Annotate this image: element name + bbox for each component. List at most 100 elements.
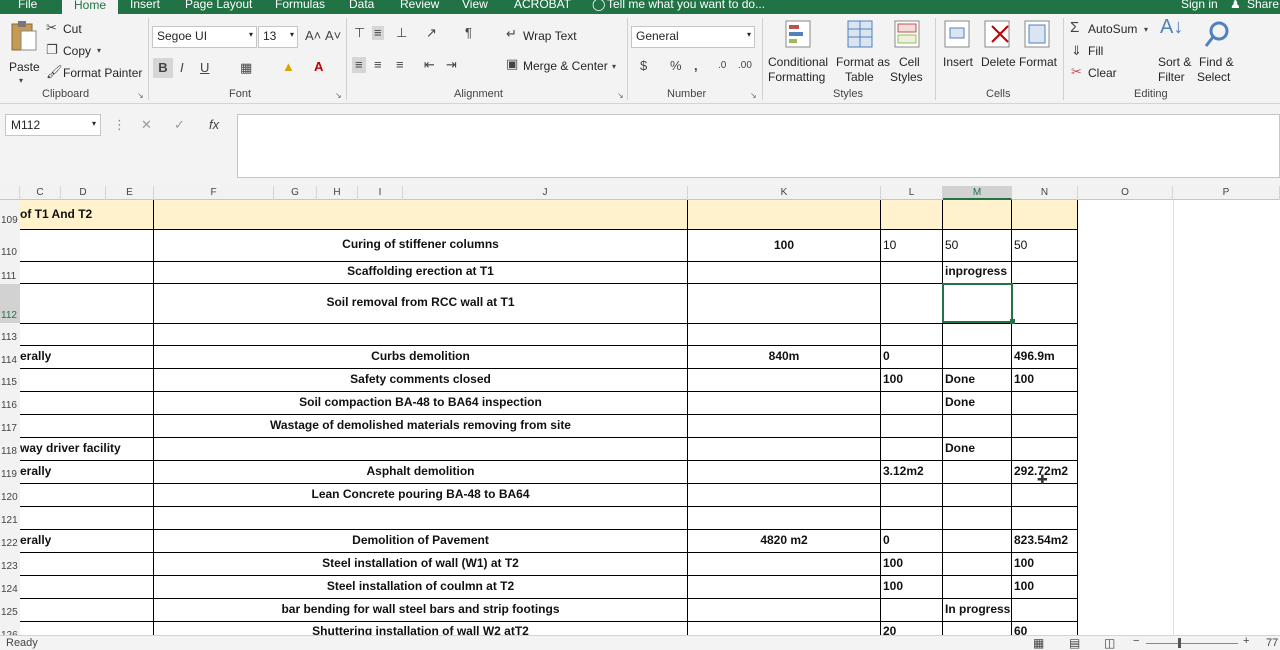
tab-review[interactable]: Review: [400, 0, 439, 11]
row-header[interactable]: 120: [0, 492, 20, 503]
comma-style-icon[interactable]: ,: [694, 59, 698, 73]
column-header-f[interactable]: F: [154, 186, 274, 200]
column-header-o[interactable]: O: [1078, 186, 1173, 200]
delete-cells-button[interactable]: Delete: [978, 18, 1018, 86]
column-header-l[interactable]: L: [881, 186, 943, 200]
row-header[interactable]: 115: [0, 377, 20, 388]
cell-activity[interactable]: Lean Concrete pouring BA-48 to BA64: [154, 487, 687, 501]
row-header[interactable]: 117: [0, 423, 20, 434]
page-layout-view-icon[interactable]: ▤: [1069, 636, 1080, 650]
column-header-j[interactable]: J: [403, 186, 688, 200]
font-name-select[interactable]: Segoe UI ▾: [152, 26, 257, 48]
cell-activity[interactable]: Steel installation of wall (W1) at T2: [154, 556, 687, 570]
zoom-in-icon[interactable]: +: [1243, 635, 1249, 647]
cell-activity[interactable]: Soil removal from RCC wall at T1: [154, 295, 687, 309]
cell-value-n[interactable]: 100: [1014, 372, 1034, 386]
enter-icon[interactable]: ✓: [174, 118, 185, 132]
copy-button[interactable]: Copy: [63, 44, 91, 58]
cell-value-l[interactable]: 20: [883, 624, 896, 635]
cell-quantity[interactable]: 4820 m2: [688, 533, 880, 547]
cell-value-m[interactable]: In progress: [945, 602, 1010, 616]
cell-activity[interactable]: bar bending for wall steel bars and stri…: [154, 602, 687, 616]
find-select-button[interactable]: Find & Select: [1196, 18, 1240, 86]
column-header-n[interactable]: N: [1012, 186, 1078, 200]
cell-value-m[interactable]: Done: [945, 395, 975, 409]
orientation-icon[interactable]: ↗: [426, 26, 437, 40]
underline-button[interactable]: U: [200, 61, 209, 75]
normal-view-icon[interactable]: ▦: [1033, 636, 1044, 650]
cell-description[interactable]: erally: [20, 349, 51, 363]
column-header-c[interactable]: C: [20, 186, 61, 200]
cell-quantity[interactable]: 840m: [688, 349, 880, 363]
worksheet-grid[interactable]: of T1 And T2 Curing of stiffener columns…: [20, 200, 1280, 635]
format-cells-button[interactable]: Format: [1018, 18, 1060, 86]
fill-color-icon[interactable]: ▲: [282, 60, 295, 74]
name-box[interactable]: M112 ▾: [5, 114, 101, 136]
tab-view[interactable]: View: [462, 0, 488, 11]
increase-decimal-icon[interactable]: .0: [718, 59, 726, 73]
cell-description[interactable]: erally: [20, 533, 51, 547]
column-header-g[interactable]: G: [274, 186, 317, 200]
sign-in-link[interactable]: Sign in: [1181, 0, 1218, 11]
zoom-level[interactable]: 77: [1266, 637, 1278, 649]
cell-value-n[interactable]: 100: [1014, 556, 1034, 570]
clear-button[interactable]: Clear: [1088, 66, 1117, 80]
tab-data[interactable]: Data: [349, 0, 374, 11]
row-header[interactable]: 114: [0, 355, 20, 366]
column-header-h[interactable]: H: [317, 186, 358, 200]
align-top-icon[interactable]: ⊤: [354, 26, 365, 40]
cell-value-l[interactable]: 3.12m2: [883, 464, 924, 478]
bold-button[interactable]: B: [153, 58, 173, 78]
merge-center-button[interactable]: Merge & Center: [523, 59, 608, 73]
column-header-e[interactable]: E: [106, 186, 154, 200]
cell-value-l[interactable]: 100: [883, 372, 903, 386]
number-format-select[interactable]: General ▾: [631, 26, 755, 48]
percent-icon[interactable]: %: [670, 59, 682, 73]
format-as-table-button[interactable]: Format as Table: [835, 18, 890, 86]
cell-activity[interactable]: Demolition of Pavement: [154, 533, 687, 547]
cell-value-l[interactable]: 100: [883, 579, 903, 593]
cell-activity[interactable]: Scaffolding erection at T1: [154, 264, 687, 278]
formula-input[interactable]: [237, 114, 1280, 178]
cancel-icon[interactable]: ✕: [141, 118, 152, 132]
tab-formulas[interactable]: Formulas: [275, 0, 325, 11]
cell-value-l[interactable]: 100: [883, 556, 903, 570]
tell-me-box[interactable]: Tell me what you want to do...: [607, 0, 765, 11]
row-header[interactable]: 121: [0, 515, 20, 526]
cell-description[interactable]: erally: [20, 464, 51, 478]
align-bottom-icon[interactable]: ⊥: [396, 26, 407, 40]
active-cell-outline[interactable]: [942, 283, 1013, 323]
row-header[interactable]: 125: [0, 607, 20, 618]
fill-button[interactable]: Fill: [1088, 44, 1103, 58]
autosum-button[interactable]: AutoSum: [1088, 22, 1137, 36]
row-header[interactable]: 119: [0, 469, 20, 480]
increase-font-size-icon[interactable]: A˄: [305, 29, 321, 43]
align-center-icon[interactable]: ≡: [374, 58, 382, 72]
currency-icon[interactable]: $: [640, 59, 647, 73]
tab-file[interactable]: File: [18, 0, 37, 11]
cell-value-n[interactable]: 496.9m: [1014, 349, 1055, 363]
dialog-launcher-icon[interactable]: ↘: [617, 91, 624, 100]
cell-description[interactable]: way driver facility: [20, 441, 121, 455]
cell-value-l[interactable]: 0: [883, 533, 890, 547]
cell-value-m[interactable]: inprogress: [945, 264, 1007, 278]
cell-description[interactable]: of T1 And T2: [20, 207, 92, 221]
cell-value-l[interactable]: 10: [883, 238, 896, 252]
tab-page-layout[interactable]: Page Layout: [185, 0, 252, 11]
cell-activity[interactable]: Steel installation of coulmn at T2: [154, 579, 687, 593]
column-header-m[interactable]: M: [943, 186, 1012, 200]
zoom-slider-thumb[interactable]: [1178, 638, 1181, 648]
cell-quantity[interactable]: 100: [688, 238, 880, 252]
decrease-indent-icon[interactable]: ⇤: [424, 58, 435, 72]
row-header[interactable]: 111: [0, 271, 20, 282]
decrease-font-size-icon[interactable]: A˅: [325, 29, 341, 43]
cell-activity[interactable]: Soil compaction BA-48 to BA64 inspection: [154, 395, 687, 409]
fill-handle[interactable]: [1010, 319, 1015, 324]
column-header-k[interactable]: K: [688, 186, 881, 200]
page-break-view-icon[interactable]: ◫: [1104, 636, 1115, 650]
cut-button[interactable]: Cut: [63, 22, 82, 36]
row-header[interactable]: 113: [0, 332, 20, 343]
column-header-d[interactable]: D: [61, 186, 106, 200]
row-header[interactable]: 118: [0, 446, 20, 457]
borders-icon[interactable]: ▦: [240, 61, 252, 75]
